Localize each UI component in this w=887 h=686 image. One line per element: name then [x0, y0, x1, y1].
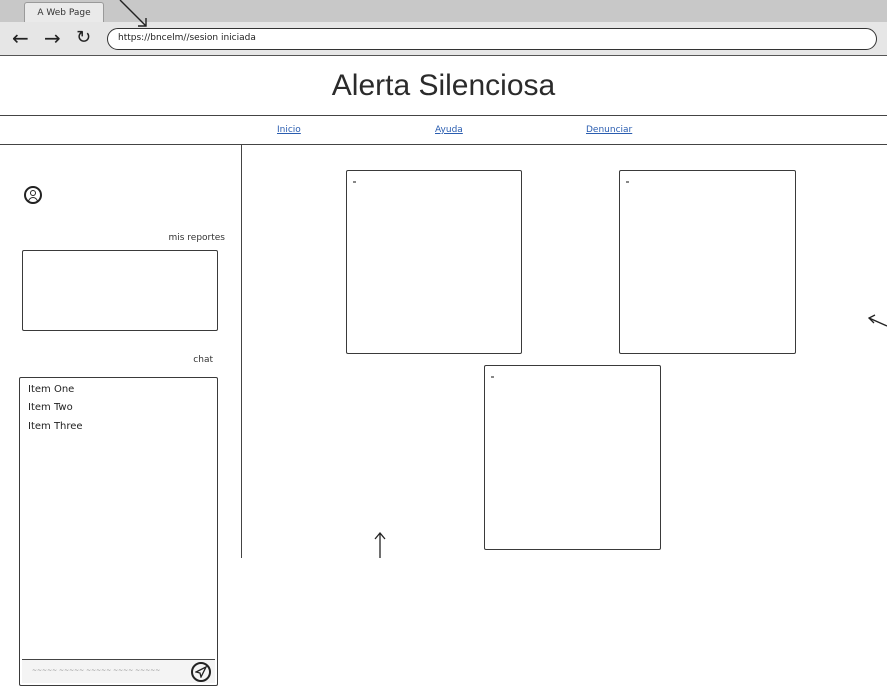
nav-link-denunciar[interactable]: Denunciar	[586, 125, 632, 135]
page-header: Alerta Silenciosa	[0, 56, 887, 116]
main-nav: Inicio Ayuda Denunciar	[0, 117, 887, 145]
nav-link-inicio[interactable]: Inicio	[277, 125, 301, 135]
annotation-arrow-icon	[867, 314, 887, 327]
content-panel	[484, 365, 661, 550]
forward-arrow-icon[interactable]: →	[44, 26, 61, 50]
reports-box[interactable]	[22, 250, 218, 331]
user-profile-icon[interactable]	[24, 186, 42, 204]
content-panel	[346, 170, 522, 354]
chat-list-item[interactable]: Item Three	[28, 421, 83, 432]
sidebar: mis reportes chat Item One Item Two Item…	[0, 145, 242, 686]
chat-label: chat	[193, 355, 213, 365]
reports-label: mis reportes	[168, 233, 225, 243]
browser-tab[interactable]: A Web Page	[24, 2, 104, 22]
address-bar[interactable]: https://bncelm//sesion iniciada	[107, 28, 877, 50]
send-icon[interactable]	[191, 662, 211, 682]
chat-box: Item One Item Two Item Three ~~~~~ ~~~~~…	[19, 377, 218, 686]
annotation-arrow-icon	[119, 0, 147, 27]
chat-list-item[interactable]: Item One	[28, 384, 74, 395]
content-panel	[619, 170, 796, 354]
reload-icon[interactable]: ↻	[76, 26, 91, 50]
chat-input-scribble: ~~~~~ ~~~~~ ~~~~~ ~~~~ ~~~~~	[32, 667, 161, 674]
chat-input[interactable]: ~~~~~ ~~~~~ ~~~~~ ~~~~ ~~~~~	[22, 659, 215, 683]
nav-link-ayuda[interactable]: Ayuda	[435, 125, 463, 135]
annotation-arrow-icon	[374, 531, 386, 558]
back-arrow-icon[interactable]: ←	[12, 26, 29, 50]
chat-list-item[interactable]: Item Two	[28, 402, 73, 413]
page-title: Alerta Silenciosa	[331, 69, 556, 102]
